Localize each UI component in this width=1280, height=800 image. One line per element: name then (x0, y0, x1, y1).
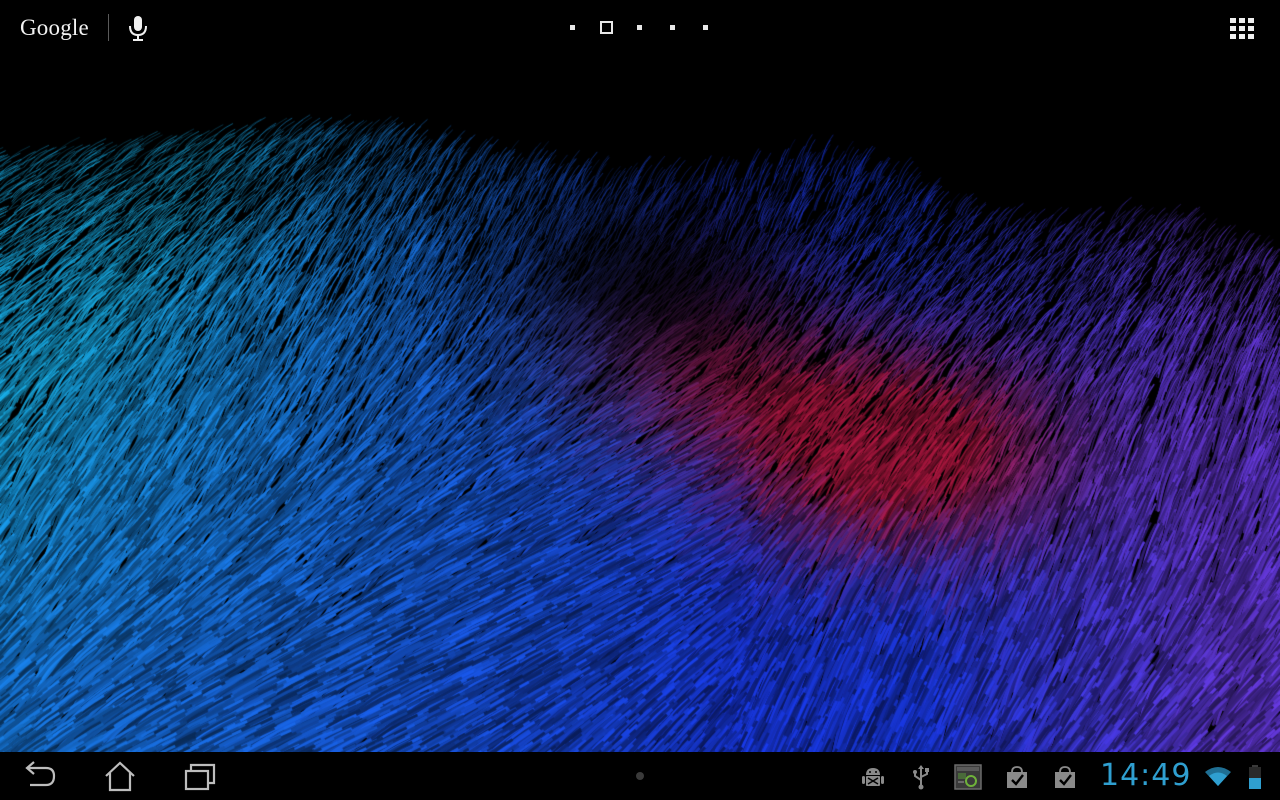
page-dot[interactable] (670, 25, 675, 30)
search-divider (108, 14, 109, 41)
system-bar: 14:49 (0, 752, 1280, 800)
store-update-icon[interactable] (1052, 764, 1078, 790)
live-wallpaper[interactable] (0, 0, 1280, 752)
page-dot[interactable] (570, 25, 575, 30)
android-debug-icon[interactable] (860, 764, 886, 790)
battery-icon[interactable] (1248, 764, 1262, 790)
status-clock[interactable]: 14:49 (1100, 759, 1191, 793)
screenshot-notification-icon[interactable] (954, 764, 982, 790)
google-search-label[interactable]: Google (20, 15, 89, 41)
store-update-icon[interactable] (1004, 764, 1030, 790)
recent-apps-icon[interactable] (176, 758, 224, 794)
bar-center-indicator (636, 772, 644, 780)
page-indicator (566, 20, 716, 36)
page-dot-current[interactable] (600, 21, 613, 34)
home-icon[interactable] (96, 758, 144, 794)
apps-grid-icon[interactable] (1228, 16, 1258, 40)
page-dot[interactable] (703, 25, 708, 30)
page-dot[interactable] (637, 25, 642, 30)
usb-icon[interactable] (908, 764, 934, 790)
google-search-bar[interactable]: Google (20, 12, 89, 44)
home-screen: Google 14:49 (0, 0, 1280, 800)
microphone-icon[interactable] (126, 14, 150, 42)
back-icon[interactable] (16, 758, 64, 794)
wifi-icon[interactable] (1204, 765, 1232, 787)
